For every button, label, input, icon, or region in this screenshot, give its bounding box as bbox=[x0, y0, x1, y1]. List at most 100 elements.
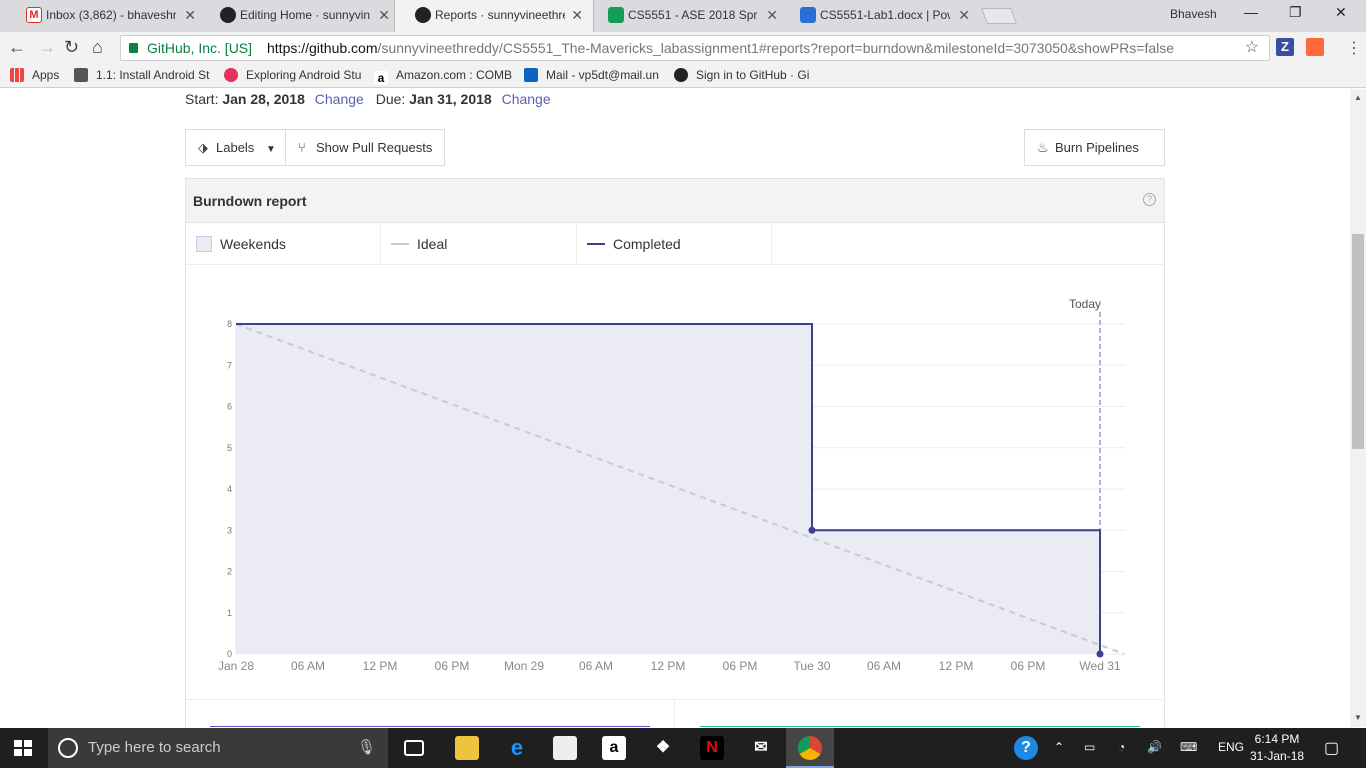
dropbox-icon[interactable]: ❖ bbox=[651, 736, 675, 760]
tab-sheets[interactable]: CS5551 - ASE 2018 Sprin ✕ bbox=[588, 0, 788, 32]
close-tab-icon[interactable]: ✕ bbox=[378, 0, 390, 30]
browser-menu-icon[interactable]: ⋮ bbox=[1346, 38, 1362, 58]
x-tick-label: 12 PM bbox=[939, 659, 974, 673]
y-tick-label: 8 bbox=[227, 319, 232, 329]
completed-swatch bbox=[587, 243, 605, 245]
close-tab-icon[interactable]: ✕ bbox=[766, 0, 778, 30]
task-view-icon[interactable] bbox=[404, 740, 424, 756]
home-icon[interactable]: ⌂ bbox=[92, 37, 103, 58]
windows-start-icon[interactable] bbox=[14, 740, 32, 756]
milestone-dates: Start: Jan 28, 2018 Change Due: Jan 31, … bbox=[185, 91, 551, 107]
scroll-thumb[interactable] bbox=[1352, 234, 1364, 449]
burn-pipelines-dropdown-button[interactable]: ♨Burn Pipelines ▼ bbox=[1024, 129, 1165, 191]
sheets-icon bbox=[608, 7, 624, 23]
box-icon bbox=[800, 7, 816, 23]
tab-box-doc[interactable]: CS5551-Lab1.docx | Pow ✕ bbox=[780, 0, 980, 32]
back-icon[interactable]: ← bbox=[8, 37, 26, 58]
close-tab-icon[interactable]: ✕ bbox=[958, 0, 970, 30]
scroll-down-icon[interactable]: ▼ bbox=[1354, 713, 1362, 722]
address-bar[interactable]: GitHub, Inc. [US] https://github.com/sun… bbox=[120, 35, 1270, 61]
github-icon bbox=[220, 7, 236, 23]
url-text: https://github.com/sunnyvineethreddy/CS5… bbox=[267, 40, 1175, 56]
tab-editing-home[interactable]: Editing Home · sunnyvine ✕ bbox=[200, 0, 400, 32]
system-clock[interactable]: 6:14 PM 31-Jan-18 bbox=[1250, 731, 1304, 765]
tab-gmail[interactable]: M Inbox (3,862) - bhaveshre ✕ bbox=[6, 0, 206, 32]
x-tick-label: Tue 30 bbox=[794, 659, 831, 673]
report-title: Burndown report bbox=[193, 193, 307, 209]
card-accent-left bbox=[210, 726, 650, 727]
taskbar-search-box[interactable]: Type here to search 🎙 bbox=[48, 728, 388, 768]
github-icon bbox=[674, 68, 688, 82]
profile-name[interactable]: Bhavesh bbox=[1170, 7, 1217, 21]
amazon-app-icon[interactable]: a bbox=[602, 736, 626, 760]
mail-app-icon[interactable]: ✉ bbox=[749, 736, 773, 760]
keyboard-icon[interactable]: ⌨ bbox=[1180, 740, 1197, 754]
x-tick-label: Wed 31 bbox=[1079, 659, 1120, 673]
zotero-extension-icon[interactable]: Z bbox=[1276, 38, 1294, 56]
bookmark-amazon[interactable]: a Amazon.com : COMB bbox=[374, 68, 512, 85]
x-tick-label: 06 PM bbox=[1011, 659, 1046, 673]
book-icon bbox=[74, 68, 88, 82]
labels-dropdown-button[interactable]: ⬗ Labels ▼ bbox=[185, 129, 289, 166]
bookmark-install-android[interactable]: 1.1: Install Android St bbox=[74, 68, 214, 82]
minimize-icon[interactable]: — bbox=[1244, 4, 1258, 20]
lock-icon bbox=[129, 43, 138, 53]
bookmarks-bar: Apps 1.1: Install Android St Exploring A… bbox=[0, 64, 1366, 88]
chart-legend: Weekends Ideal Completed bbox=[186, 223, 1164, 265]
legend-completed[interactable]: Completed bbox=[577, 223, 772, 265]
new-tab-button[interactable] bbox=[981, 8, 1017, 24]
change-due-link[interactable]: Change bbox=[502, 91, 551, 107]
extension-icon[interactable] bbox=[1306, 38, 1324, 56]
language-indicator[interactable]: ENG bbox=[1218, 740, 1244, 754]
card-accent-right bbox=[700, 726, 1140, 727]
action-center-icon[interactable]: ▢ bbox=[1324, 738, 1339, 758]
y-tick-label: 6 bbox=[227, 402, 232, 412]
bookmark-exploring-android[interactable]: Exploring Android Stu bbox=[224, 68, 362, 82]
reload-icon[interactable]: ↻ bbox=[64, 37, 79, 58]
page-scrollbar[interactable]: ▲ ▼ bbox=[1350, 89, 1366, 727]
completed-point bbox=[808, 526, 816, 534]
netflix-icon[interactable]: N bbox=[700, 736, 724, 760]
y-tick-label: 2 bbox=[227, 567, 232, 577]
github-icon bbox=[415, 7, 431, 23]
bookmark-github-signin[interactable]: Sign in to GitHub · Gi bbox=[674, 68, 810, 82]
bookmark-star-icon[interactable]: ☆ bbox=[1245, 36, 1259, 60]
volume-icon[interactable]: 🔊 bbox=[1147, 740, 1162, 754]
tab-reports[interactable]: Reports · sunnyvineethre ✕ bbox=[394, 0, 594, 32]
close-window-icon[interactable]: ✕ bbox=[1335, 4, 1347, 21]
show-pull-requests-button[interactable]: ⑂ Show Pull Requests bbox=[285, 129, 446, 166]
close-tab-icon[interactable]: ✕ bbox=[571, 0, 583, 30]
x-tick-label: 06 PM bbox=[723, 659, 758, 673]
scroll-up-icon[interactable]: ▲ bbox=[1354, 93, 1362, 102]
x-tick-label: 06 PM bbox=[435, 659, 470, 673]
bookmark-apps[interactable]: Apps bbox=[10, 68, 59, 82]
y-tick-label: 0 bbox=[227, 649, 232, 659]
apps-grid-icon bbox=[10, 68, 24, 82]
legend-weekends[interactable]: Weekends bbox=[186, 223, 381, 265]
pull-request-icon: ⑂ bbox=[298, 140, 306, 155]
store-icon[interactable] bbox=[553, 736, 577, 760]
edge-icon[interactable]: e bbox=[505, 736, 529, 760]
battery-icon[interactable]: ▭ bbox=[1084, 740, 1095, 754]
legend-ideal[interactable]: Ideal bbox=[381, 223, 577, 265]
show-hidden-icons-icon[interactable]: ⌃ bbox=[1054, 740, 1064, 754]
bottom-cards bbox=[185, 699, 1165, 727]
forward-icon[interactable]: → bbox=[38, 37, 56, 58]
chrome-taskbar-button[interactable] bbox=[786, 728, 834, 768]
browser-toolbar: ← → ↻ ⌂ GitHub, Inc. [US] https://github… bbox=[0, 32, 1366, 64]
bookmark-mail[interactable]: Mail - vp5dt@mail.un bbox=[524, 68, 664, 82]
today-label: Today bbox=[1069, 297, 1101, 311]
help-icon[interactable]: ? bbox=[1143, 193, 1156, 206]
file-explorer-icon[interactable] bbox=[455, 736, 479, 760]
browser-tab-strip: M Inbox (3,862) - bhaveshre ✕ Editing Ho… bbox=[0, 0, 1366, 32]
close-tab-icon[interactable]: ✕ bbox=[184, 0, 196, 30]
flame-icon: ♨ bbox=[1037, 140, 1049, 155]
windows-taskbar: Type here to search 🎙 e a ❖ N ✉ ? ⌃ ▭ ◔ … bbox=[0, 728, 1366, 768]
help-tray-icon[interactable]: ? bbox=[1014, 736, 1038, 760]
microphone-icon[interactable]: 🎙 bbox=[357, 728, 376, 768]
x-tick-label: 12 PM bbox=[651, 659, 686, 673]
maximize-icon[interactable]: ❐ bbox=[1289, 4, 1302, 21]
weekends-swatch bbox=[196, 236, 212, 252]
wifi-icon[interactable]: ◔ bbox=[1118, 740, 1125, 754]
change-start-link[interactable]: Change bbox=[315, 91, 364, 107]
